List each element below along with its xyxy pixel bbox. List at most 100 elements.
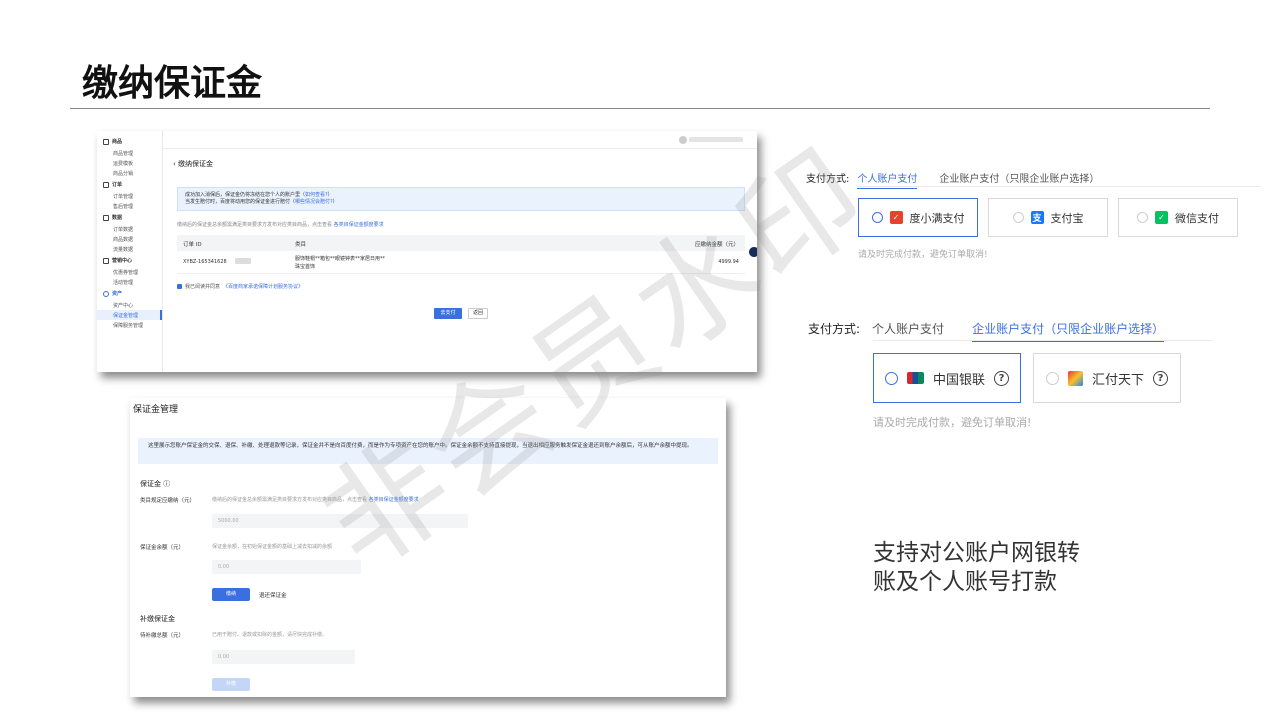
- field-desc: 已用于赔付、退款或扣除的金额，请尽快完成补缴。: [212, 632, 328, 638]
- order-icon: [103, 181, 109, 188]
- radio[interactable]: [1045, 371, 1059, 385]
- tab-company[interactable]: 企业账户支付（只限企业账户选择）: [939, 170, 1099, 185]
- marketing-icon: [103, 257, 109, 264]
- unionpay-icon: [906, 372, 924, 384]
- field-desc: 保证金余额，在初始保证金额的基础上减去扣减的余额: [212, 544, 333, 550]
- payment-tabs: 支付方式: 个人账户支付 企业账户支付（只限企业账户选择）: [808, 320, 1165, 342]
- checkout-screenshot: 商品 商品管理 运费模板 商品分销 订单 订单管理 售后管理 数据 订单数据 商…: [97, 131, 757, 372]
- table-row: XYBZ-165341628 服饰鞋帽**箱包**眼镜钟表**家居日用** 珠宝…: [177, 252, 745, 274]
- option-label: 汇付天下: [1091, 372, 1144, 388]
- sidebar-item[interactable]: 商品数据: [97, 234, 162, 244]
- assets-icon: [103, 290, 109, 297]
- sidebar-group-assets[interactable]: 资产: [97, 287, 162, 300]
- option-label: 微信支付: [1175, 211, 1219, 225]
- repay-button[interactable]: 补缴: [212, 678, 250, 691]
- sidebar-item[interactable]: 资产中心: [97, 300, 162, 310]
- notice-text: 成功加入消保后，保证金仍将冻结在您个人的账户里（: [185, 192, 306, 198]
- field-desc-text: 缴纳后的保证金总余额需满足类目要求方发布对应类目商品，点击查看: [212, 497, 368, 503]
- agreement-link[interactable]: 《百度商家承诺保障计划服务协议》: [223, 283, 303, 290]
- sidebar-item[interactable]: 流量数据: [97, 244, 162, 254]
- sidebar-group-label: 营销中心: [112, 258, 133, 264]
- required-amount-field: 5000.00: [212, 514, 468, 528]
- sidebar-item[interactable]: 订单数据: [97, 224, 162, 234]
- avatar[interactable]: [679, 136, 687, 144]
- sidebar-item[interactable]: 运费模板: [97, 158, 162, 168]
- option-label: 中国银联: [932, 372, 985, 388]
- option-duxiaoman[interactable]: ✓ 度小满支付: [858, 198, 978, 237]
- tab-company[interactable]: 企业账户支付（只限企业账户选择）: [972, 320, 1165, 342]
- refund-deposit-link[interactable]: 退还保证金: [259, 591, 287, 599]
- sidebar-item[interactable]: 保障服务管理: [97, 320, 162, 330]
- notice-text: ）: [327, 192, 333, 198]
- requirement-label: 缴纳后的保证金总余额需满足类目要求方发布对应类目商品，点击查看: [177, 222, 333, 228]
- info-notice: 成功加入消保后，保证金仍将冻结在您个人的账户里（如何查看?） 当发生赔付时，百度…: [177, 187, 745, 211]
- chinapnr-icon: [1067, 370, 1083, 386]
- section-title: 保证金 ⓘ: [140, 480, 171, 488]
- how-to-view-link[interactable]: 如何查看?: [305, 192, 328, 198]
- table-header: 订单 ID 类目 应缴纳金额（元）: [177, 235, 745, 251]
- category-text: 服饰鞋帽**箱包**眼镜钟表**家居日用**: [295, 256, 386, 262]
- account-name-blurred: [689, 137, 743, 142]
- page-title: 缴纳保证金: [178, 160, 214, 168]
- option-label: 度小满支付: [909, 211, 965, 225]
- repay-amount-field: 0.00: [212, 650, 355, 664]
- sidebar-item[interactable]: 售后管理: [97, 201, 162, 211]
- option-wechat[interactable]: ✓ 微信支付: [1118, 198, 1238, 237]
- amount-due: 4999.94: [718, 259, 739, 265]
- radio-selected[interactable]: [871, 212, 883, 223]
- field-label: 待补缴总额（元）: [140, 633, 185, 639]
- deposit-management-screenshot: 保证金管理 这里展示您账户保证金的交保、退保、补缴、处理退款等记录，保证金并不是…: [130, 398, 726, 697]
- field-label: 保证金余额（元）: [140, 545, 185, 551]
- option-alipay[interactable]: 支 支付宝: [988, 198, 1108, 237]
- help-icon[interactable]: ?: [1153, 370, 1168, 386]
- option-chinapnr[interactable]: 汇付天下 ?: [1033, 353, 1181, 403]
- balance-field: 0.00: [212, 560, 361, 574]
- sidebar-group-marketing[interactable]: 营销中心: [97, 254, 162, 267]
- pay-button[interactable]: 去支付: [434, 308, 462, 319]
- radio-selected[interactable]: [884, 371, 898, 385]
- duxiaoman-icon: ✓: [889, 211, 903, 224]
- category-requirement-link[interactable]: 各类目保证金额度要求: [334, 222, 384, 228]
- feature-summary: 支持对公账户网银转 账及个人账号打款: [873, 540, 1080, 595]
- wechat-icon: ✓: [1155, 211, 1168, 224]
- section-title: 补缴保证金: [140, 615, 175, 623]
- sidebar-item[interactable]: 商品分销: [97, 168, 162, 178]
- slide-title: 缴纳保证金: [82, 63, 263, 104]
- sidebar-group-label: 资产: [112, 291, 123, 297]
- sidebar-group-label: 数据: [112, 215, 123, 221]
- sidebar-item[interactable]: 订单管理: [97, 191, 162, 201]
- payment-method-label: 支付方式:: [806, 174, 850, 185]
- sidebar-item[interactable]: 商品管理: [97, 148, 162, 158]
- category-requirement-link[interactable]: 各类目保证金额度要求: [369, 497, 419, 503]
- help-icon[interactable]: ?: [994, 370, 1009, 386]
- info-notice: 这里展示您账户保证金的交保、退保、补缴、处理退款等记录，保证金并不是向百度付费，…: [138, 438, 718, 464]
- radio[interactable]: [1137, 212, 1148, 223]
- agreement-row[interactable]: 我已阅读并同意 《百度商家承诺保障计划服务协议》: [177, 283, 303, 290]
- column-header: 类目: [295, 242, 307, 248]
- sidebar-item-active[interactable]: 保证金管理: [97, 310, 162, 320]
- payment-hint: 请及时完成付款，避免订单取消!: [873, 416, 1032, 429]
- back-button[interactable]: 返回: [468, 308, 488, 319]
- tab-personal[interactable]: 个人账户支付: [872, 320, 944, 337]
- compensation-cases-link[interactable]: 哪些情况会赔付?: [295, 199, 333, 205]
- sidebar-item[interactable]: 优惠券管理: [97, 267, 162, 277]
- option-unionpay[interactable]: 中国银联 ?: [873, 353, 1021, 403]
- floating-service-icon[interactable]: [747, 245, 757, 259]
- column-header: 应缴纳金额（元）: [694, 242, 739, 248]
- sidebar-group-label: 商品: [112, 139, 123, 145]
- requirement-text: 缴纳后的保证金总余额需满足类目要求方发布对应类目商品，点击查看 各类目保证金额度…: [177, 221, 384, 228]
- pay-deposit-button[interactable]: 缴纳: [212, 588, 250, 601]
- blurred-id: [235, 258, 251, 264]
- payment-method-label: 支付方式:: [808, 322, 861, 336]
- agree-checkbox[interactable]: [177, 284, 182, 289]
- page-header[interactable]: ‹ 缴纳保证金: [173, 159, 213, 169]
- sidebar-group-orders[interactable]: 订单: [97, 178, 162, 191]
- radio[interactable]: [1012, 212, 1024, 223]
- sidebar-group-goods[interactable]: 商品: [97, 135, 162, 148]
- sidebar-group-label: 订单: [112, 182, 123, 188]
- sidebar-group-data[interactable]: 数据: [97, 211, 162, 224]
- sidebar-item[interactable]: 活动管理: [97, 277, 162, 287]
- notice-text: ）: [332, 199, 338, 205]
- title-divider: [70, 108, 1210, 109]
- top-bar: [163, 131, 757, 149]
